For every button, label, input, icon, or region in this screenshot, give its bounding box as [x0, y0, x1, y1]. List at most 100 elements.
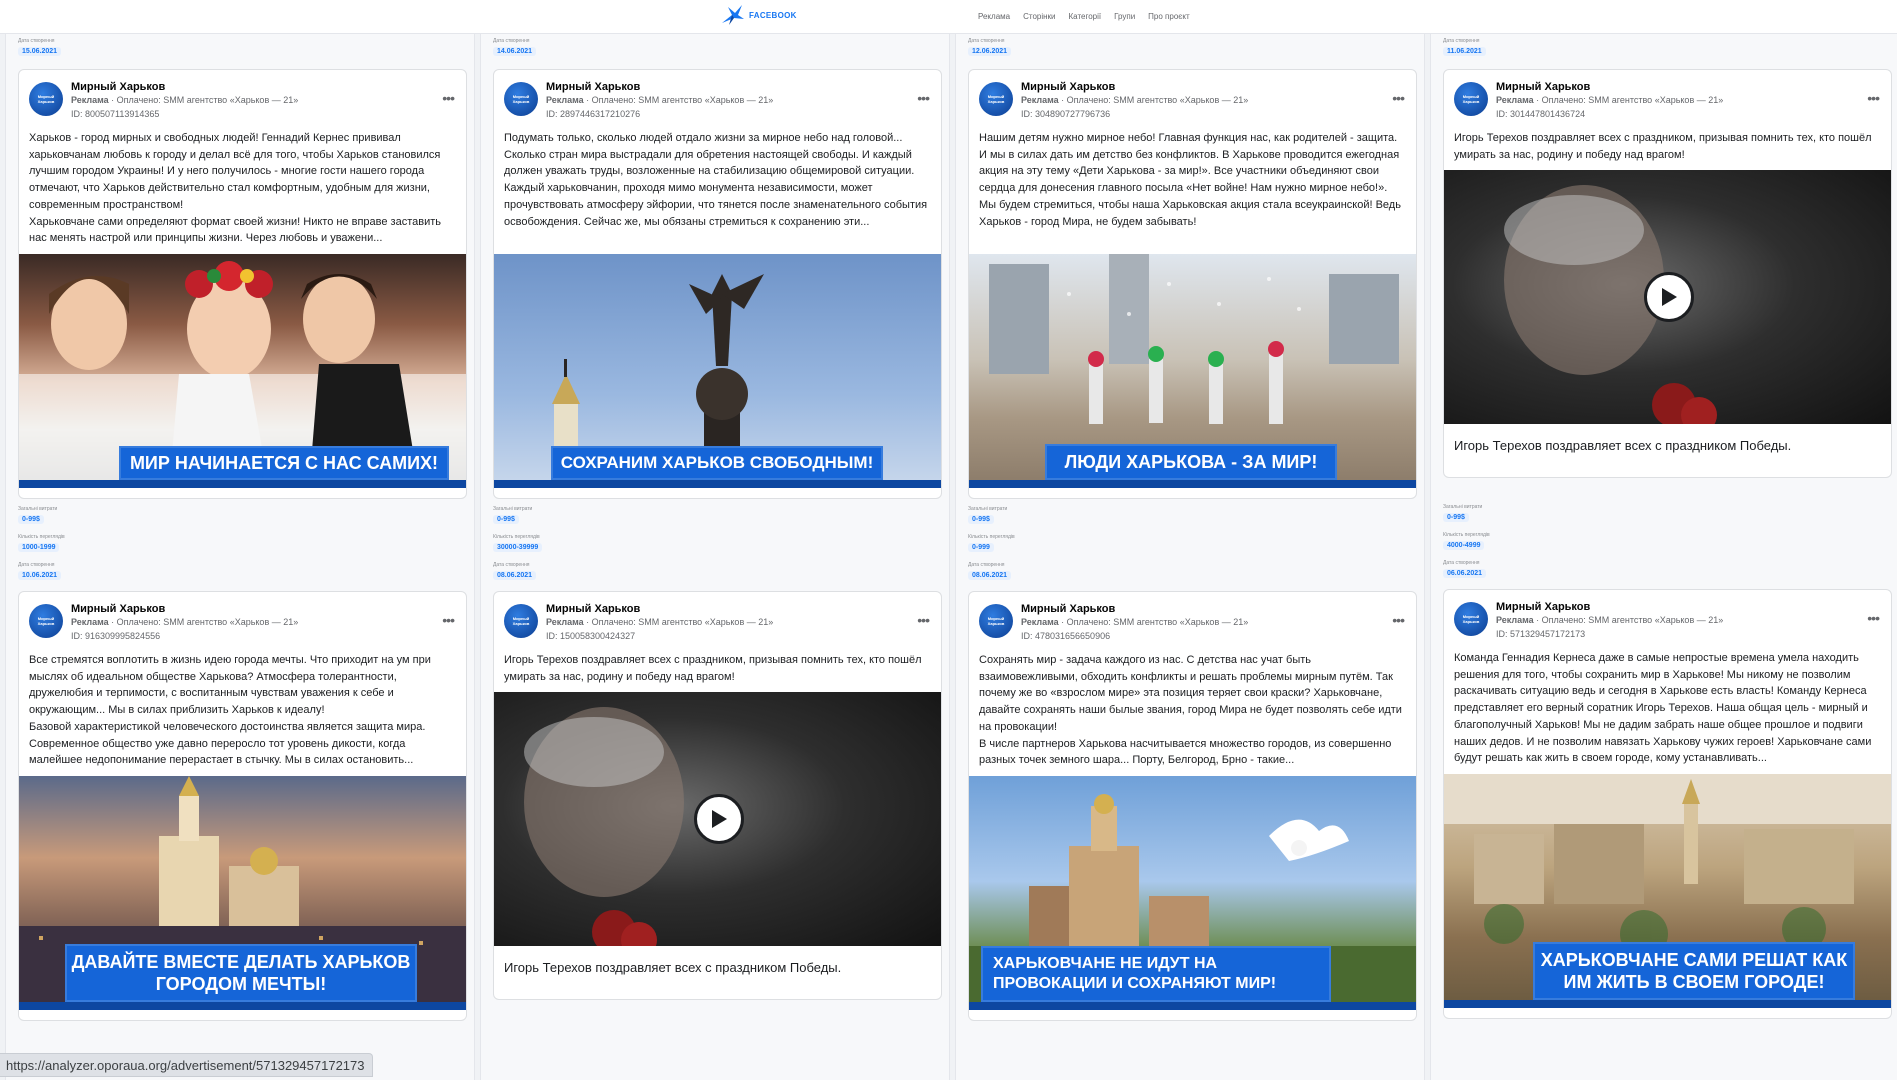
ad-payer-line: Реклама · Оплачено: SMM агентство «Харьк… — [546, 95, 774, 105]
date-label: Дата створення — [18, 562, 55, 568]
page-name[interactable]: Мирный Харьков — [1496, 601, 1590, 613]
ad-text: Нашим детям нужно мирное небо! Главная ф… — [979, 132, 1401, 228]
page-name[interactable]: Мирный Харьков — [1496, 81, 1590, 93]
reach-label: Загальні витрати — [18, 506, 58, 512]
avatar[interactable]: Мирный Харьков — [1454, 602, 1488, 636]
play-button[interactable] — [1643, 272, 1694, 322]
column-4: Дата створення 11.06.2021 Мирный Харьков… — [1430, 34, 1897, 1080]
ad-card[interactable]: Мирный Харьков Мирный Харьков Реклама · … — [1443, 69, 1892, 478]
banner-stripe — [969, 1002, 1416, 1010]
more-options-icon[interactable]: ••• — [442, 612, 455, 628]
ad-id: ID: 478031656650906 — [1021, 631, 1111, 641]
ad-text: Игорь Терехов поздравляет всех с праздни… — [1454, 132, 1872, 161]
date-label: Дата створення — [1443, 560, 1480, 566]
ad-payer-line: Реклама · Оплачено: SMM агентство «Харьк… — [1496, 95, 1724, 105]
banner-stripe — [19, 1002, 466, 1010]
column-2: Дата створення 14.06.2021 Мирный Харьков… — [480, 34, 950, 1080]
date-badge: 08.06.2021 — [493, 571, 537, 580]
more-options-icon[interactable]: ••• — [1392, 612, 1405, 628]
nav-categories[interactable]: Категорії — [1069, 12, 1102, 21]
page-name[interactable]: Мирный Харьков — [71, 81, 165, 93]
date-badge: 12.06.2021 — [968, 47, 1012, 56]
reach-label: Загальні витрати — [1443, 504, 1483, 510]
ad-image: МИР НАЧИНАЕТСЯ С НАС САМИХ! — [19, 254, 466, 488]
ad-id: ID: 571329457172173 — [1496, 629, 1586, 639]
avatar[interactable]: Мирный Харьков — [504, 604, 538, 638]
impressions-badge: 0-999 — [968, 543, 994, 552]
nav-groups[interactable]: Групи — [1114, 12, 1135, 21]
page-name[interactable]: Мирный Харьков — [1021, 81, 1115, 93]
page-name[interactable]: Мирный Харьков — [546, 603, 640, 615]
reach-badge: 0-99$ — [18, 515, 44, 524]
ad-id: ID: 150058300424327 — [546, 631, 636, 641]
ad-payer-line: Реклама · Оплачено: SMM агентство «Харьк… — [1021, 617, 1249, 627]
play-button[interactable] — [693, 794, 744, 844]
ad-card[interactable]: Мирный Харьков Мирный Харьков Реклама · … — [968, 591, 1417, 1021]
ad-payer-line: Реклама · Оплачено: SMM агентство «Харьк… — [1021, 95, 1249, 105]
card-header: Мирный Харьков Мирный Харьков Реклама · … — [494, 70, 941, 130]
page-name[interactable]: Мирный Харьков — [71, 603, 165, 615]
ad-video[interactable] — [494, 692, 941, 946]
play-icon — [711, 810, 727, 828]
card-header: Мирный Харьков Мирный Харьков Реклама · … — [1444, 590, 1891, 650]
ad-text: Подумать только, сколько людей отдало жи… — [504, 132, 928, 228]
ad-card[interactable]: Мирный Харьков Мирный Харьков Реклама · … — [493, 591, 942, 1000]
avatar[interactable]: Мирный Харьков — [504, 82, 538, 116]
page-name[interactable]: Мирный Харьков — [1021, 603, 1115, 615]
banner-stripe — [1444, 1000, 1891, 1008]
ad-card[interactable]: Мирный Харьков Мирный Харьков Реклама · … — [1443, 589, 1892, 1019]
impressions-badge: 4000-4999 — [1443, 541, 1485, 550]
ad-image: ДАВАЙТЕ ВМЕСТЕ ДЕЛАТЬ ХАРЬКОВ ГОРОДОМ МЕ… — [19, 776, 466, 1010]
ad-video[interactable] — [1444, 170, 1891, 424]
avatar[interactable]: Мирный Харьков — [29, 82, 63, 116]
ad-text: Харьков - город мирных и свободных людей… — [29, 132, 441, 245]
avatar[interactable]: Мирный Харьков — [29, 604, 63, 638]
date-label: Дата створення — [968, 38, 1005, 44]
ad-card[interactable]: Мирный Харьков Мирный Харьков Реклама · … — [18, 69, 467, 499]
ad-card[interactable]: Мирный Харьков Мирный Харьков Реклама · … — [968, 69, 1417, 499]
nav-ads[interactable]: Реклама — [978, 12, 1010, 21]
reach-badge: 0-99$ — [1443, 513, 1469, 522]
date-badge: 15.06.2021 — [18, 47, 62, 56]
reach-badge: 0-99$ — [968, 515, 994, 524]
more-options-icon[interactable]: ••• — [442, 90, 455, 106]
status-bar-url: https://analyzer.oporaua.org/advertiseme… — [0, 1053, 374, 1077]
top-bar: FACEBOOK Реклама Сторінки Категорії Груп… — [0, 0, 1897, 34]
video-caption: Игорь Терехов поздравляет всех с праздни… — [1454, 438, 1792, 453]
card-header: Мирный Харьков Мирный Харьков Реклама · … — [19, 70, 466, 130]
play-icon — [1661, 288, 1677, 306]
ad-card[interactable]: Мирный Харьков Мирный Харьков Реклама · … — [18, 591, 467, 1021]
banner-stripe — [19, 480, 466, 488]
ad-id: ID: 304890727796736 — [1021, 109, 1111, 119]
avatar[interactable]: Мирный Харьков — [979, 82, 1013, 116]
ad-payer-line: Реклама · Оплачено: SMM агентство «Харьк… — [71, 95, 299, 105]
logo[interactable]: FACEBOOK — [720, 3, 797, 27]
ad-payer-line: Реклама · Оплачено: SMM агентство «Харьк… — [1496, 615, 1724, 625]
bird-logo-icon — [722, 5, 744, 25]
banner-stripe — [969, 480, 1416, 488]
more-options-icon[interactable]: ••• — [917, 612, 930, 628]
ad-banner-text: ДАВАЙТЕ ВМЕСТЕ ДЕЛАТЬ ХАРЬКОВ ГОРОДОМ МЕ… — [65, 944, 417, 1002]
more-options-icon[interactable]: ••• — [1392, 90, 1405, 106]
ad-card[interactable]: Мирный Харьков Мирный Харьков Реклама · … — [493, 69, 942, 499]
card-header: Мирный Харьков Мирный Харьков Реклама · … — [969, 70, 1416, 130]
more-options-icon[interactable]: ••• — [917, 90, 930, 106]
date-label: Дата створення — [18, 38, 55, 44]
ad-image: ЛЮДИ ХАРЬКОВА - ЗА МИР! — [969, 254, 1416, 488]
date-badge: 10.06.2021 — [18, 571, 62, 580]
impressions-badge: 30000-39999 — [493, 543, 543, 552]
video-caption: Игорь Терехов поздравляет всех с праздни… — [504, 960, 842, 975]
card-header: Мирный Харьков Мирный Харьков Реклама · … — [494, 592, 941, 652]
nav-pages[interactable]: Сторінки — [1023, 12, 1055, 21]
page-name[interactable]: Мирный Харьков — [546, 81, 640, 93]
nav-about[interactable]: Про проєкт — [1148, 12, 1189, 21]
ad-banner-text: СОХРАНИМ ХАРЬКОВ СВОБОДНЫМ! — [551, 446, 883, 480]
date-badge: 08.06.2021 — [968, 571, 1012, 580]
reach-label: Загальні витрати — [493, 506, 533, 512]
ad-text: Все стремятся воплотить в жизнь идею гор… — [29, 654, 431, 767]
banner-stripe — [494, 480, 941, 488]
more-options-icon[interactable]: ••• — [1867, 610, 1880, 626]
more-options-icon[interactable]: ••• — [1867, 90, 1880, 106]
avatar[interactable]: Мирный Харьков — [1454, 82, 1488, 116]
avatar[interactable]: Мирный Харьков — [979, 604, 1013, 638]
